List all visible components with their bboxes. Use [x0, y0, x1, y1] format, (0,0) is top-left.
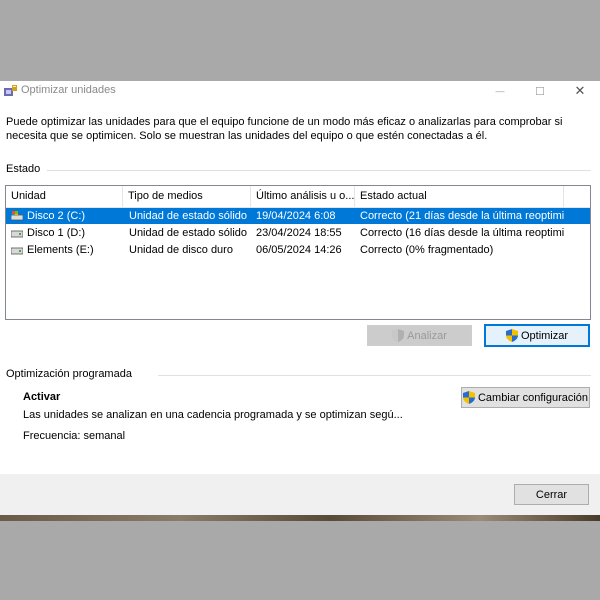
close-icon: ✕ [574, 83, 586, 98]
minimize-icon: — [495, 86, 505, 96]
drive-name: Disco 1 (D:) [27, 227, 86, 239]
drive-media-type: Unidad de estado sólido [129, 210, 248, 222]
uac-shield-icon [505, 329, 518, 342]
close-button-label: Cerrar [535, 488, 568, 501]
column-header-last-analysis[interactable]: Último análisis u o... [251, 186, 355, 207]
window-title: Optimizar unidades [21, 84, 116, 96]
background-wallpaper-strip [0, 515, 600, 521]
description-text: Puede optimizar las unidades para que el… [6, 115, 566, 143]
description-line-1: Puede optimizar las unidades para que el… [6, 116, 563, 128]
analyze-button-label: Analizar [407, 329, 447, 342]
background-bottom [0, 515, 600, 600]
background-top [0, 0, 600, 81]
title-bar: Optimizar unidades — ☐ ✕ [0, 81, 600, 101]
scheduled-info: Las unidades se analizan en una cadencia… [23, 409, 403, 421]
drive-last-analysis: 06/05/2024 14:26 [256, 244, 342, 256]
os-drive-icon [11, 211, 23, 221]
status-section-label: Estado [6, 163, 41, 175]
drive-media-type: Unidad de estado sólido [129, 227, 248, 239]
description-line-2: necesita que se optimicen. Solo se muest… [6, 130, 488, 142]
drive-state: Correcto (0% fragmentado) [360, 244, 494, 256]
drive-icon [11, 230, 23, 238]
drive-name: Disco 2 (C:) [27, 210, 86, 222]
drive-media-type: Unidad de disco duro [129, 244, 233, 256]
close-window-button[interactable]: ✕ [560, 81, 600, 101]
optimize-button[interactable]: Optimizar [484, 324, 590, 347]
status-separator [47, 170, 591, 171]
drive-row-d[interactable]: Disco 1 (D:) Unidad de estado sólido 23/… [6, 225, 590, 241]
column-header-media-type[interactable]: Tipo de medios [123, 186, 251, 207]
uac-shield-icon [392, 329, 405, 342]
defrag-app-icon [4, 85, 17, 96]
minimize-button[interactable]: — [480, 81, 520, 101]
list-header: Unidad Tipo de medios Último análisis u … [6, 186, 590, 208]
drive-row-e[interactable]: Elements (E:) Unidad de disco duro 06/05… [6, 242, 590, 258]
drives-list[interactable]: Unidad Tipo de medios Último análisis u … [5, 185, 591, 320]
drive-icon [11, 247, 23, 255]
scheduled-section-label: Optimización programada [6, 368, 132, 380]
maximize-icon: ☐ [535, 85, 545, 98]
drive-row-c[interactable]: Disco 2 (C:) Unidad de estado sólido 19/… [6, 208, 590, 224]
scheduled-separator [158, 375, 591, 376]
drive-state: Correcto (21 días desde la última reopti… [360, 210, 565, 222]
scheduled-frequency: Frecuencia: semanal [23, 430, 126, 442]
drive-state: Correcto (16 días desde la última reopti… [360, 227, 565, 239]
change-configuration-button[interactable]: Cambiar configuración [461, 387, 590, 408]
drive-last-analysis: 23/04/2024 18:55 [256, 227, 342, 239]
drive-name: Elements (E:) [27, 244, 94, 256]
column-header-unit[interactable]: Unidad [6, 186, 123, 207]
analyze-button[interactable]: Analizar [367, 325, 472, 346]
dialog-footer: Cerrar [0, 474, 600, 515]
change-configuration-label: Cambiar configuración [477, 391, 589, 404]
column-header-current-state[interactable]: Estado actual [355, 186, 564, 207]
drive-last-analysis: 19/04/2024 6:08 [256, 210, 336, 222]
scheduled-state: Activar [23, 391, 61, 403]
close-button[interactable]: Cerrar [514, 484, 589, 505]
optimize-button-label: Optimizar [520, 329, 569, 342]
maximize-button[interactable]: ☐ [520, 81, 560, 101]
optimize-drives-window: Optimizar unidades — ☐ ✕ Puede optimizar… [0, 81, 600, 515]
uac-shield-icon [462, 391, 475, 404]
